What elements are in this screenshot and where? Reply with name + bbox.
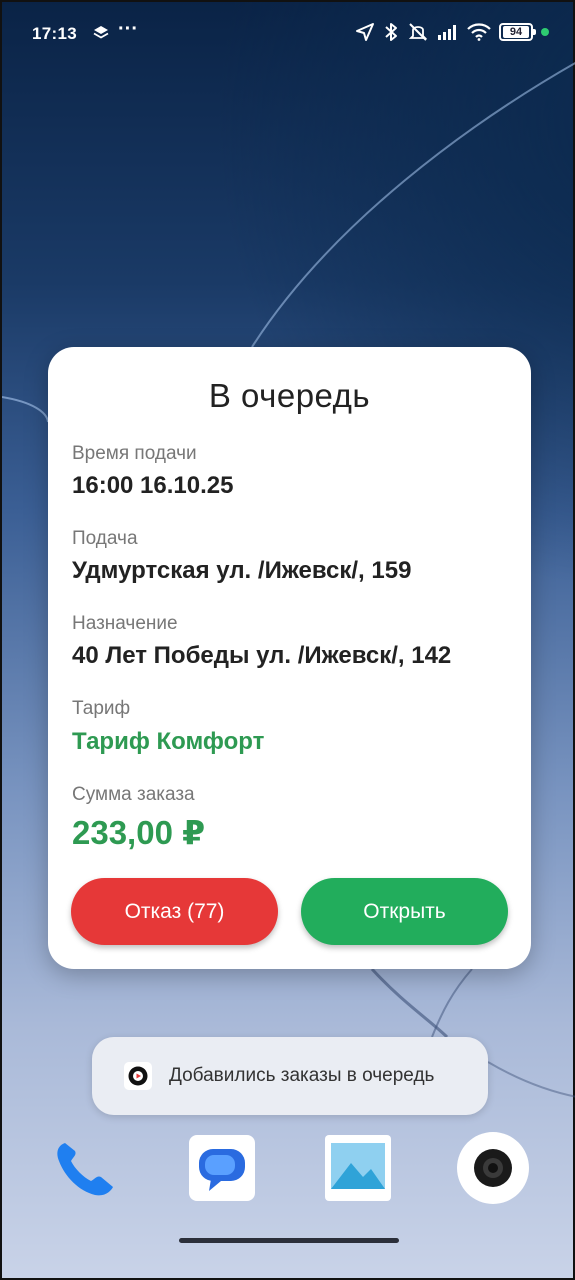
pickup-time-label: Время подачи xyxy=(72,443,197,464)
signal-icon xyxy=(438,25,456,40)
destination-label: Назначение xyxy=(72,613,178,634)
gallery-app-icon[interactable] xyxy=(325,1135,391,1201)
order-dialog: В очередь Время подачи 16:00 16.10.25 По… xyxy=(48,347,531,969)
status-icons: 94 xyxy=(355,22,549,42)
location-icon xyxy=(356,23,374,41)
more-notifications-icon: ··· xyxy=(118,18,138,40)
bluetooth-icon xyxy=(385,23,397,41)
mute-icon xyxy=(408,23,428,41)
status-time: 17:13 xyxy=(32,24,77,43)
phone-app-icon[interactable] xyxy=(51,1135,117,1201)
privacy-indicator-icon xyxy=(541,28,549,36)
layers-icon xyxy=(93,26,109,39)
toast-text: Добавились заказы в очередь xyxy=(169,1065,435,1086)
order-sum-label: Сумма заказа xyxy=(72,784,195,805)
battery-icon: 94 xyxy=(499,23,536,41)
battery-level: 94 xyxy=(503,26,529,38)
decline-button[interactable]: Отказ (77) xyxy=(71,878,278,945)
dialog-title: В очередь xyxy=(208,377,371,414)
tariff-label: Тариф xyxy=(72,698,131,719)
destination-value: 40 Лет Победы ул. /Ижевск/, 142 xyxy=(72,642,452,669)
navigation-handle[interactable] xyxy=(179,1238,399,1243)
messages-app-icon[interactable] xyxy=(189,1135,255,1201)
pickup-time-value: 16:00 16.10.25 xyxy=(72,472,234,499)
status-bar: 17:13 ··· 94 xyxy=(2,2,575,66)
camera-app-icon[interactable] xyxy=(457,1132,529,1204)
app-logo-icon xyxy=(124,1062,152,1090)
wifi-icon xyxy=(467,23,491,41)
pickup-address-value: Удмуртская ул. /Ижевск/, 159 xyxy=(72,557,412,584)
open-button[interactable]: Открыть xyxy=(301,878,508,945)
pickup-address-label: Подача xyxy=(72,528,138,549)
tariff-value: Тариф Комфорт xyxy=(72,728,265,755)
toast-notification: Добавились заказы в очередь xyxy=(92,1037,488,1115)
order-sum-value: 233,00 ₽ xyxy=(72,814,206,851)
